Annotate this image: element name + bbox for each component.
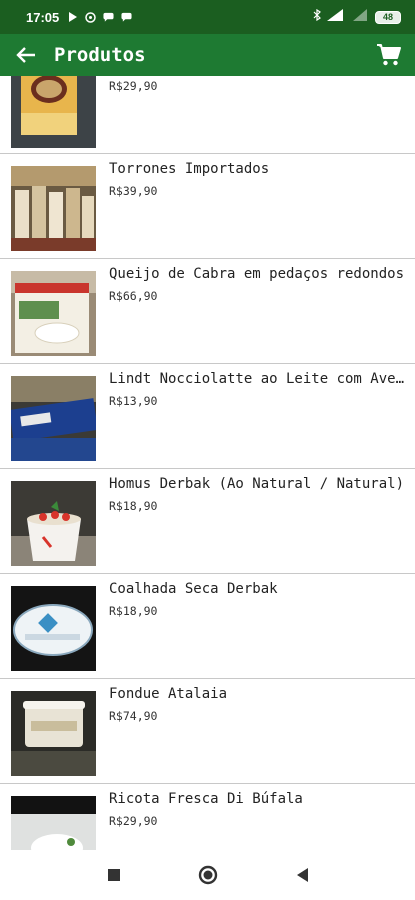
product-image: [11, 271, 96, 356]
bluetooth-icon: [313, 8, 321, 26]
chat-icon: [103, 12, 114, 23]
system-nav-bar: [0, 850, 415, 900]
play-icon: [67, 12, 78, 23]
product-price: R$39,90: [109, 184, 158, 198]
product-name: Fondue Atalaia: [109, 686, 228, 702]
list-item[interactable]: Ricota Fresca Di Búfala R$29,90: [0, 784, 415, 850]
list-item[interactable]: R$29,90: [0, 76, 415, 154]
product-list[interactable]: R$29,90 Torrones Importados R$39,90 Quei…: [0, 76, 415, 850]
product-name: Coalhada Seca Derbak: [109, 581, 278, 597]
product-name: Homus Derbak (Ao Natural / Natural): [109, 476, 405, 492]
list-item[interactable]: Lindt Nocciolatte ao Leite com Avelãs R$…: [0, 364, 415, 469]
signal-icon: [353, 8, 369, 26]
product-name: Queijo de Cabra em pedaços redondos: [109, 266, 405, 282]
whatsapp-icon: [85, 11, 96, 23]
list-item[interactable]: Queijo de Cabra em pedaços redondos R$66…: [0, 259, 415, 364]
product-image: [11, 691, 96, 776]
chat-icon: [121, 12, 132, 23]
status-time: 17:05: [26, 9, 60, 25]
list-item[interactable]: Homus Derbak (Ao Natural / Natural) R$18…: [0, 469, 415, 574]
product-image: [11, 376, 96, 461]
status-bar: 17:05 48: [0, 0, 415, 34]
product-price: R$66,90: [109, 289, 158, 303]
product-name: Lindt Nocciolatte ao Leite com Avelãs: [109, 371, 409, 387]
product-image: [11, 586, 96, 671]
status-system-icons: 48: [313, 8, 401, 26]
product-price: R$18,90: [109, 604, 158, 618]
product-image: [11, 166, 96, 251]
arrow-back-icon[interactable]: [10, 39, 42, 71]
product-image: [11, 481, 96, 566]
product-image: [11, 796, 96, 850]
cart-icon[interactable]: [373, 39, 405, 71]
product-price: R$13,90: [109, 394, 158, 408]
app-bar: Produtos: [0, 34, 415, 76]
product-price: R$18,90: [109, 499, 158, 513]
product-image: [11, 76, 96, 148]
page-title: Produtos: [54, 44, 146, 66]
product-price: R$74,90: [109, 709, 158, 723]
list-item[interactable]: Torrones Importados R$39,90: [0, 154, 415, 259]
product-name: Torrones Importados: [109, 161, 270, 177]
triangle-back-icon[interactable]: [290, 863, 314, 887]
list-item[interactable]: Fondue Atalaia R$74,90: [0, 679, 415, 784]
product-name: Ricota Fresca Di Búfala: [109, 791, 303, 807]
product-price: R$29,90: [109, 79, 158, 93]
square-icon[interactable]: [102, 863, 126, 887]
list-item[interactable]: Coalhada Seca Derbak R$18,90: [0, 574, 415, 679]
circle-icon[interactable]: [196, 863, 220, 887]
product-price: R$29,90: [109, 814, 158, 828]
status-notification-icons: [67, 11, 132, 23]
signal-icon: [327, 8, 347, 26]
battery-icon: 48: [375, 10, 401, 24]
